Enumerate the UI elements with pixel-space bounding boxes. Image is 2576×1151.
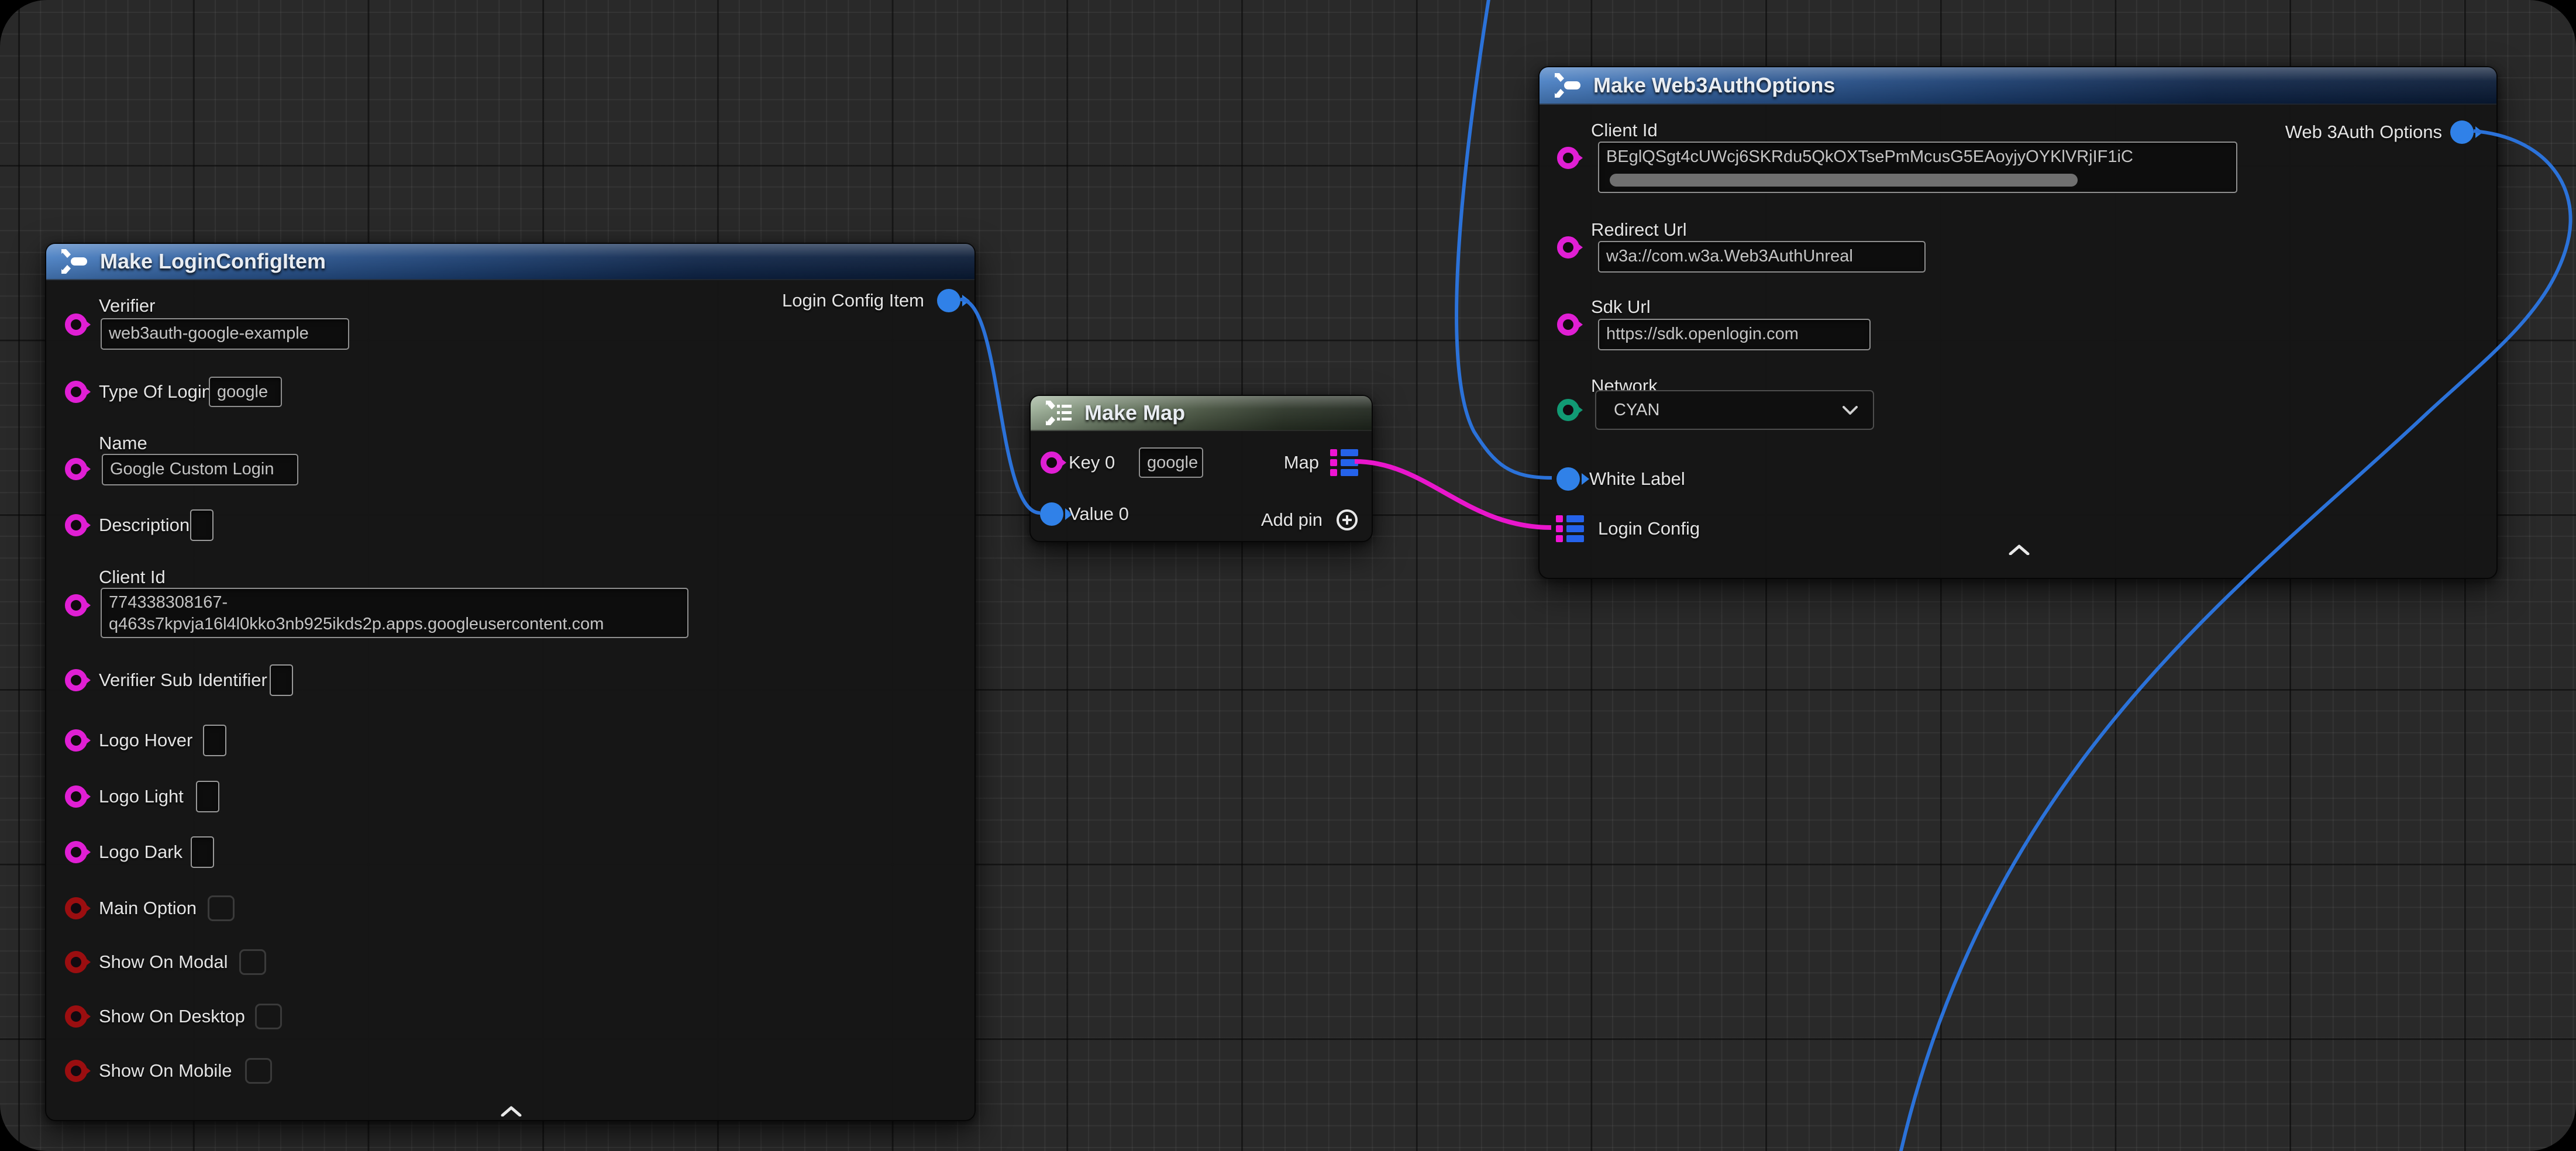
collapse-chevron-icon[interactable] bbox=[2009, 545, 2030, 555]
pin-show-on-mobile[interactable] bbox=[65, 1060, 87, 1082]
wire-offscreen-to-white-label[interactable] bbox=[1456, 0, 1552, 478]
label-verifier: Verifier bbox=[99, 294, 155, 318]
label-logo-hover: Logo Hover bbox=[99, 729, 192, 752]
pin-output-map[interactable] bbox=[1330, 449, 1358, 476]
node-title: Make Map bbox=[1084, 401, 1185, 425]
pin-output-web3auth-options[interactable] bbox=[2450, 120, 2474, 144]
pin-network[interactable] bbox=[1557, 399, 1579, 421]
field-sdk-url[interactable]: https://sdk.openlogin.com bbox=[1598, 319, 1871, 350]
node-header-make-login-config-item[interactable]: Make LoginConfigItem bbox=[46, 244, 974, 280]
pin-client-id[interactable] bbox=[65, 594, 87, 616]
pin-logo-light[interactable] bbox=[65, 785, 87, 808]
network-dropdown[interactable]: CYAN bbox=[1595, 390, 1874, 430]
label-main-option: Main Option bbox=[99, 897, 197, 920]
pin-white-label[interactable] bbox=[1556, 467, 1580, 491]
field-name[interactable]: Google Custom Login bbox=[102, 454, 298, 485]
pin-main-option[interactable] bbox=[65, 897, 87, 919]
pin-show-on-modal[interactable] bbox=[65, 951, 87, 973]
label-name: Name bbox=[99, 432, 147, 455]
label-type-of-login: Type Of Login bbox=[99, 380, 212, 404]
label-logo-light: Logo Light bbox=[99, 785, 184, 808]
pin-sdk-url[interactable] bbox=[1557, 313, 1579, 336]
network-dropdown-value: CYAN bbox=[1614, 401, 1659, 420]
pin-description[interactable] bbox=[65, 514, 87, 536]
label-key-0: Key 0 bbox=[1069, 451, 1115, 474]
label-show-on-mobile: Show On Mobile bbox=[99, 1059, 232, 1083]
field-description[interactable] bbox=[190, 509, 213, 541]
label-description: Description bbox=[99, 514, 190, 537]
field-logo-light[interactable] bbox=[196, 781, 219, 812]
pin-name[interactable] bbox=[65, 458, 87, 480]
output-label-web3auth-options: Web 3Auth Options bbox=[2285, 120, 2442, 144]
pin-logo-hover[interactable] bbox=[65, 729, 87, 752]
pin-logo-dark[interactable] bbox=[65, 841, 87, 863]
pin-redirect-url[interactable] bbox=[1557, 236, 1579, 259]
node-make-login-config-item[interactable]: Make LoginConfigItem Login Config Item V… bbox=[45, 243, 976, 1121]
field-logo-dark[interactable] bbox=[191, 836, 214, 868]
node-title: Make Web3AuthOptions bbox=[1593, 73, 1835, 98]
label-client-id: Client Id bbox=[99, 566, 166, 589]
add-pin-icon[interactable] bbox=[1335, 508, 1359, 532]
client-id-line2: q463s7kpvja16l4l0kko3nb925ikds2p.apps.go… bbox=[109, 614, 680, 635]
field-logo-hover[interactable] bbox=[203, 725, 226, 756]
field-verifier-sub-identifier[interactable] bbox=[270, 664, 293, 696]
label-login-config: Login Config bbox=[1598, 517, 1700, 540]
make-struct-icon bbox=[59, 249, 89, 274]
label-sdk-url: Sdk Url bbox=[1591, 295, 1651, 319]
output-label-map: Map bbox=[1284, 451, 1319, 474]
blueprint-graph-canvas[interactable]: Make LoginConfigItem Login Config Item V… bbox=[0, 0, 2576, 1151]
output-label-login-config-item: Login Config Item bbox=[782, 289, 924, 312]
checkbox-show-on-mobile[interactable] bbox=[245, 1058, 272, 1084]
node-header-make-web3auth-options[interactable]: Make Web3AuthOptions bbox=[1540, 67, 2496, 105]
make-map-icon bbox=[1044, 400, 1074, 426]
field-client-id[interactable]: 774338308167- q463s7kpvja16l4l0kko3nb925… bbox=[101, 588, 688, 638]
label-show-on-desktop: Show On Desktop bbox=[99, 1005, 245, 1028]
node-make-web3auth-options[interactable]: Make Web3AuthOptions Web 3Auth Options C… bbox=[1538, 66, 2498, 579]
node-header-make-map[interactable]: Make Map bbox=[1031, 396, 1372, 431]
pin-key-0[interactable] bbox=[1041, 452, 1063, 474]
field-redirect-url[interactable]: w3a://com.w3a.Web3AuthUnreal bbox=[1598, 241, 1926, 273]
pin-client-id[interactable] bbox=[1557, 147, 1579, 169]
client-id-line1: 774338308167- bbox=[109, 592, 680, 614]
pin-value-0[interactable] bbox=[1040, 502, 1063, 526]
label-logo-dark: Logo Dark bbox=[99, 840, 182, 864]
add-pin-label: Add pin bbox=[1261, 508, 1323, 532]
pin-login-config[interactable] bbox=[1556, 515, 1584, 542]
label-white-label: White Label bbox=[1589, 467, 1685, 491]
label-verifier-sub-identifier: Verifier Sub Identifier bbox=[99, 668, 267, 692]
pin-show-on-desktop[interactable] bbox=[65, 1005, 87, 1028]
field-type-of-login[interactable]: google bbox=[209, 377, 282, 407]
checkbox-show-on-modal[interactable] bbox=[239, 949, 266, 975]
pin-type-of-login[interactable] bbox=[65, 381, 87, 403]
pin-verifier[interactable] bbox=[65, 313, 87, 336]
wire-map-to-login-config[interactable] bbox=[1355, 461, 1551, 528]
label-client-id: Client Id bbox=[1591, 119, 1658, 142]
label-show-on-modal: Show On Modal bbox=[99, 950, 228, 974]
label-value-0: Value 0 bbox=[1069, 502, 1129, 526]
checkbox-show-on-desktop[interactable] bbox=[255, 1004, 282, 1029]
pin-output-login-config-item[interactable] bbox=[937, 289, 960, 312]
collapse-chevron-icon[interactable] bbox=[501, 1106, 522, 1116]
chevron-down-icon bbox=[1843, 406, 1858, 415]
node-make-map[interactable]: Make Map Key 0 google Value 0 Map Add pi… bbox=[1029, 395, 1373, 542]
checkbox-main-option[interactable] bbox=[208, 895, 235, 921]
field-key-0[interactable]: google bbox=[1139, 447, 1203, 478]
make-struct-icon bbox=[1552, 73, 1583, 98]
pin-verifier-sub-identifier[interactable] bbox=[65, 669, 87, 691]
field-client-id-scrollbar[interactable] bbox=[1610, 174, 2078, 187]
node-title: Make LoginConfigItem bbox=[100, 249, 326, 274]
label-redirect-url: Redirect Url bbox=[1591, 218, 1687, 242]
field-verifier[interactable]: web3auth-google-example bbox=[101, 318, 349, 350]
